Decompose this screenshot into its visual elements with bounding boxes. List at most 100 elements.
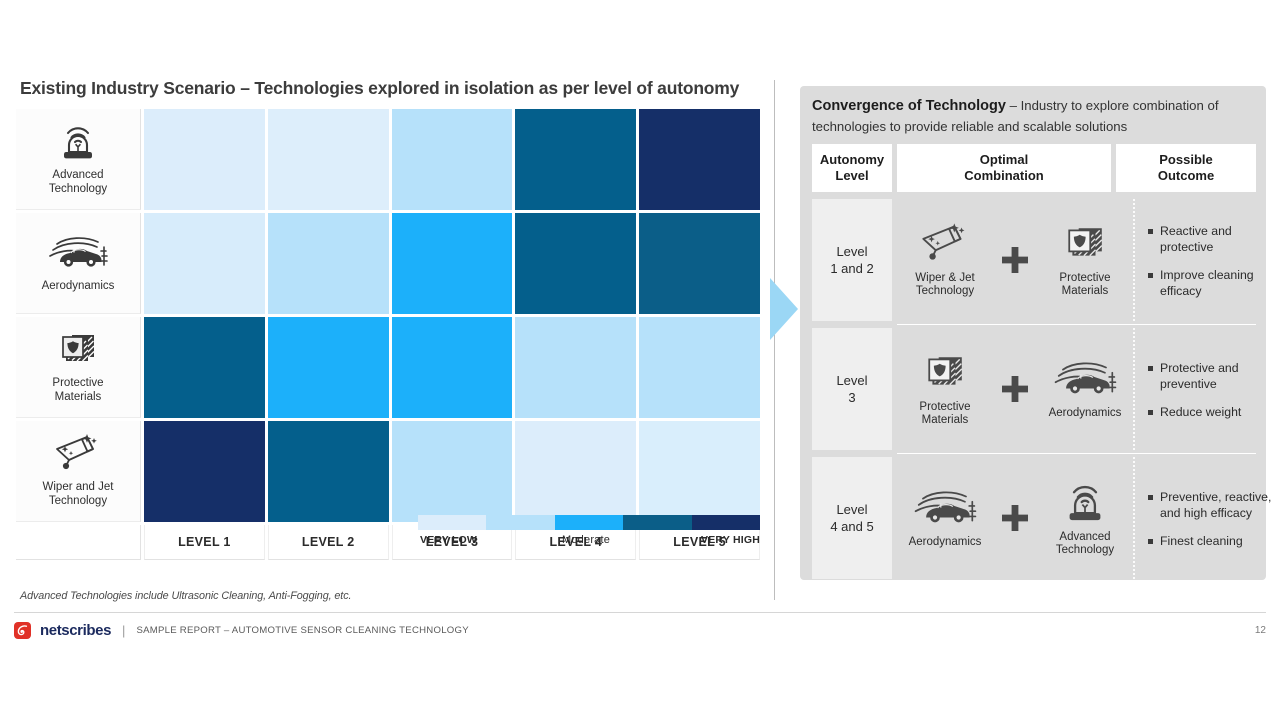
heatmap-cell — [639, 109, 760, 210]
tech-label: Advanced Technology — [1056, 531, 1114, 558]
column-header-optimal-combination: Optimal Combination — [897, 144, 1111, 193]
column-header-possible-outcome: Possible Outcome — [1116, 144, 1256, 193]
row-label-line1: Wiper and Jet — [42, 481, 114, 494]
tech-item-protective-materials: Protective Materials — [1037, 222, 1133, 299]
heatmap-row-label-text: Aerodynamics — [42, 280, 115, 294]
legend-swatch-low — [486, 515, 555, 530]
heatmap-cell — [391, 317, 513, 418]
shield-layers-icon — [55, 329, 101, 374]
tech-label-line1: Protective — [1059, 271, 1111, 284]
heatmap-cell — [639, 421, 760, 522]
plus-icon — [1002, 505, 1028, 532]
outcome-bullet: Improve cleaning efficacy — [1148, 267, 1276, 300]
convergence-table-header: Autonomy Level Optimal Combination Possi… — [812, 144, 1256, 193]
heatmap-cell — [144, 213, 265, 314]
possible-outcome-cell: Protective and preventive Reduce weight — [1140, 328, 1280, 450]
header-line2: Combination — [964, 168, 1044, 184]
outcome-text: Protective and preventive — [1160, 360, 1239, 392]
tech-item-aerodynamics: Aerodynamics — [897, 486, 993, 550]
outcome-text: Reduce weight — [1160, 404, 1242, 419]
possible-outcome-cell: Preventive, reactive, and high efficacy … — [1140, 457, 1280, 579]
heatmap-row-label-wiper-and-jet-technology: Wiper and Jet Technology — [16, 421, 141, 522]
outcome-bullet: Protective and preventive — [1148, 360, 1276, 393]
heatmap-cell — [391, 213, 513, 314]
tech-label-line1: Aerodynamics — [908, 536, 982, 549]
tech-item-wiper-and-jet: Wiper & Jet Technology — [897, 222, 993, 299]
heatmap-row-label-advanced-technology: Advanced Technology — [16, 109, 141, 210]
heatmap-legend: VERY LOW Moderate VERY HIGH — [418, 515, 761, 552]
header-line1: Optimal — [979, 152, 1029, 168]
heatmap-row: Wiper and Jet Technology — [16, 421, 760, 522]
heatmap-cell — [515, 109, 637, 210]
tech-label: Aerodynamics — [1049, 407, 1122, 421]
legend-label-very-low: VERY LOW — [420, 534, 478, 546]
aerodynamic-car-icon — [912, 486, 978, 533]
aerodynamic-car-icon — [1052, 357, 1118, 404]
bullet-square-icon — [1148, 365, 1153, 371]
autonomy-technology-heatmap: Advanced Technology Aerodynamics Protect… — [16, 109, 760, 560]
heatmap-cell — [144, 317, 265, 418]
tech-label-line2: Materials — [921, 414, 969, 427]
tech-label: Protective Materials — [1059, 272, 1110, 299]
row-label-line1: Protective — [52, 377, 104, 390]
header-line2: Outcome — [1157, 168, 1215, 184]
heatmap-corner-cell — [16, 525, 141, 560]
heatmap-row-label-protective-materials: Protective Materials — [16, 317, 141, 418]
header-line1: Autonomy — [819, 152, 885, 168]
row-label-line2: Technology — [48, 183, 108, 195]
heatmap-column-header-level-1: LEVEL 1 — [144, 525, 265, 560]
heatmap-cells-row-3 — [144, 317, 760, 418]
wiper-sparkle-icon — [915, 222, 975, 269]
tech-label-line2: Technology — [1055, 544, 1115, 557]
tech-label-line1: Protective — [919, 400, 971, 413]
level-line2: 3 — [848, 390, 856, 406]
level-line1: Level — [836, 501, 868, 517]
heatmap-cells-row-4 — [144, 421, 760, 522]
heatmap-cell — [267, 317, 389, 418]
tech-label-line1: Wiper & Jet — [915, 271, 975, 284]
footer-report-text: SAMPLE REPORT – AUTOMOTIVE SENSOR CLEANI… — [136, 625, 469, 636]
row-label-line2: Technology — [48, 495, 108, 507]
heatmap-cell — [639, 213, 760, 314]
plus-icon — [1002, 376, 1028, 403]
legend-labels: VERY LOW Moderate VERY HIGH — [418, 534, 760, 552]
bullet-square-icon — [1148, 409, 1153, 415]
existing-industry-scenario-panel: Existing Industry Scenario – Technologie… — [16, 78, 776, 602]
tech-label-line1: Aerodynamics — [1048, 407, 1122, 420]
legend-gradient-bar — [418, 515, 761, 530]
heatmap-row: Protective Materials — [16, 317, 760, 418]
netscribes-logo-icon — [14, 622, 31, 639]
column-header-autonomy-level: Autonomy Level — [812, 144, 892, 193]
row-label-line1: Advanced — [52, 169, 104, 182]
tech-label: Protective Materials — [919, 401, 970, 428]
footer: netscribes | SAMPLE REPORT – AUTOMOTIVE … — [14, 622, 469, 639]
autonomy-level-cell: Level 1 and 2 — [812, 199, 892, 322]
tech-label: Wiper & Jet Technology — [915, 272, 974, 299]
heatmap-cells-row-2 — [144, 213, 760, 314]
tech-label-line2: Technology — [915, 285, 975, 298]
tech-item-protective-materials: Protective Materials — [897, 351, 993, 428]
heatmap-row: Advanced Technology — [16, 109, 760, 210]
footer-separator: | — [122, 623, 126, 638]
convergence-title-bold: Convergence of Technology — [812, 98, 1006, 114]
tech-label-line1: Advanced — [1059, 530, 1111, 543]
outcome-bullet: Finest cleaning — [1148, 533, 1276, 549]
heatmap-row: Aerodynamics — [16, 213, 760, 314]
heatmap-cell — [144, 109, 265, 210]
outcome-bullet: Preventive, reactive, and high efficacy — [1148, 489, 1276, 522]
heatmap-row-label-text: Protective Materials — [52, 377, 103, 404]
heatmap-cell — [515, 317, 637, 418]
row-label-line1: Aerodynamics — [41, 280, 115, 293]
outcome-text: Preventive, reactive, and high efficacy — [1160, 489, 1272, 521]
autonomy-level-cell: Level 3 — [812, 328, 892, 451]
shield-layers-icon — [919, 351, 971, 398]
legend-swatch-moderate — [554, 515, 624, 530]
optimal-combination-cell: Aerodynamics Advanced Technology — [897, 457, 1135, 580]
convergence-table-row: Level 4 and 5 Aerodynamics Advanced Tech… — [812, 453, 1271, 580]
footnote: Advanced Technologies include Ultrasonic… — [20, 590, 352, 602]
tech-item-advanced-technology: Advanced Technology — [1037, 479, 1133, 558]
heatmap-row-label-text: Wiper and Jet Technology — [43, 481, 114, 508]
slide-canvas: Existing Industry Scenario – Technologie… — [0, 0, 1280, 720]
possible-outcome-cell: Reactive and protective Improve cleaning… — [1140, 199, 1280, 321]
convergence-of-technology-panel: Convergence of Technology – Industry to … — [800, 86, 1271, 580]
